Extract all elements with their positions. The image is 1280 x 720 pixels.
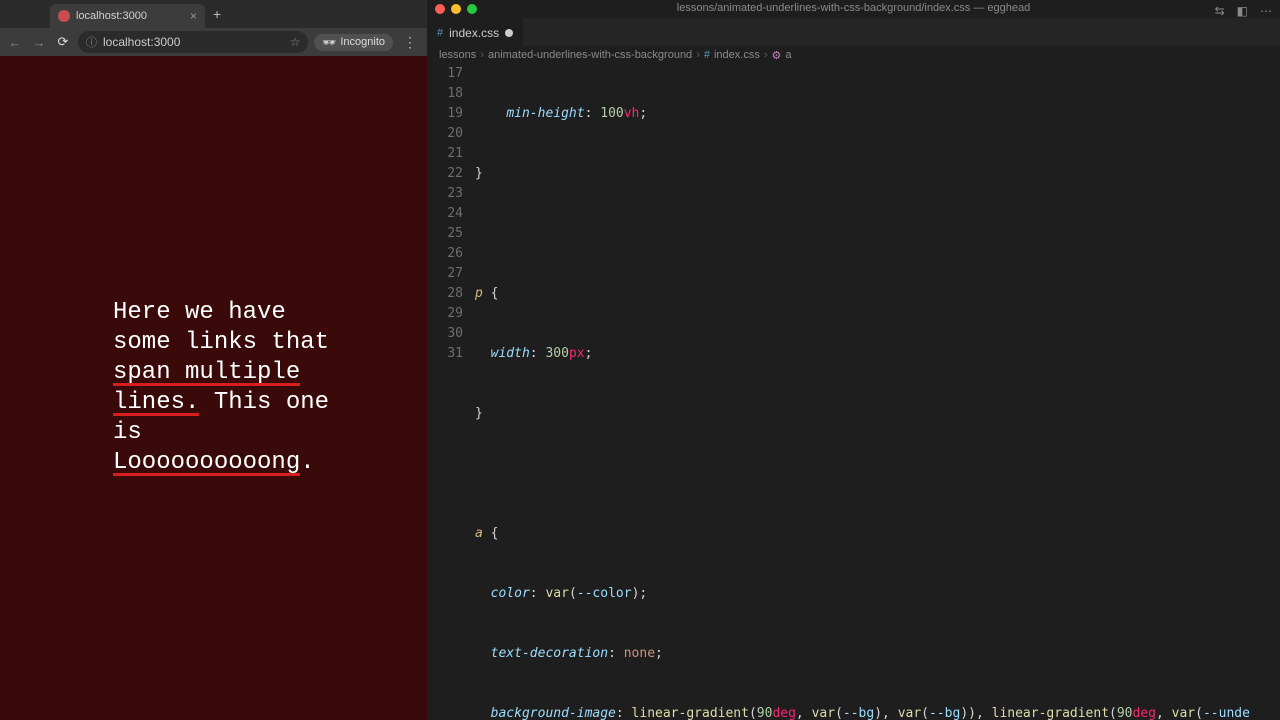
bookmark-icon[interactable]: ☆ [290,35,301,49]
window-minimize-icon[interactable] [451,4,461,14]
breadcrumb-item[interactable]: index.css [714,49,760,61]
browser-tabbar: localhost:3000 × + [0,0,427,28]
demo-paragraph: Here we have some links that span multip… [113,298,333,478]
css-file-icon: # [704,49,710,61]
editor-tab-label: index.css [449,26,499,40]
breadcrumb-item[interactable]: animated-underlines-with-css-background [488,49,692,61]
incognito-icon: 🕶 [322,36,336,49]
site-info-icon[interactable]: ⓘ [86,34,97,50]
text: . [300,449,314,476]
rendered-page: Here we have some links that span multip… [0,56,427,720]
browser-tab[interactable]: localhost:3000 × [50,4,205,28]
toggle-panel-icon[interactable]: ⇆ [1215,4,1225,18]
breadcrumb-item[interactable]: lessons [439,49,476,61]
new-tab-button[interactable]: + [213,6,221,22]
symbol-icon: ⚙ [772,49,782,62]
window-title: lessons/animated-underlines-with-css-bac… [677,2,1030,14]
line-gutter: 17 18 19 20 21 22 23 24 25 26 27 28 29 3… [427,64,475,720]
browser-window: localhost:3000 × + ← → ⟳ ⓘ localhost:300… [0,0,427,720]
url-text: localhost:3000 [103,35,180,49]
chevron-right-icon: › [764,49,768,61]
close-icon[interactable]: × [190,9,197,23]
code-area[interactable]: 17 18 19 20 21 22 23 24 25 26 27 28 29 3… [427,64,1280,720]
browser-toolbar: ← → ⟳ ⓘ localhost:3000 ☆ 🕶 Incognito ⋮ [0,28,427,56]
layout-icon[interactable]: ◧ [1237,4,1248,18]
text: Here we have some links that [113,299,329,356]
chevron-right-icon: › [696,49,700,61]
reload-button[interactable]: ⟳ [54,33,72,51]
window-zoom-icon[interactable] [467,4,477,14]
more-icon[interactable]: ⋯ [1260,4,1272,18]
editor-tabbar: # index.css [427,18,1280,46]
window-close-icon[interactable] [435,4,445,14]
editor-title-actions: ⇆ ◧ ⋯ [1215,4,1272,18]
tab-title: localhost:3000 [76,10,184,22]
code-lines[interactable]: min-height: 100vh; } p { width: 300px; }… [475,64,1280,720]
unsaved-dot-icon [505,29,513,37]
breadcrumb-item[interactable]: a [785,49,791,61]
demo-link-2[interactable]: Loooooooooong [113,449,300,476]
forward-button[interactable]: → [30,33,48,51]
incognito-label: Incognito [340,36,385,48]
css-file-icon: # [437,27,443,39]
breadcrumb[interactable]: lessons › animated-underlines-with-css-b… [427,46,1280,64]
url-bar[interactable]: ⓘ localhost:3000 ☆ [78,31,308,53]
tab-favicon [58,10,70,22]
editor-tab-index-css[interactable]: # index.css [427,18,523,46]
browser-menu-button[interactable]: ⋮ [399,34,421,51]
chevron-right-icon: › [480,49,484,61]
incognito-badge[interactable]: 🕶 Incognito [314,34,393,51]
code-editor: lessons/animated-underlines-with-css-bac… [427,0,1280,720]
back-button[interactable]: ← [6,33,24,51]
